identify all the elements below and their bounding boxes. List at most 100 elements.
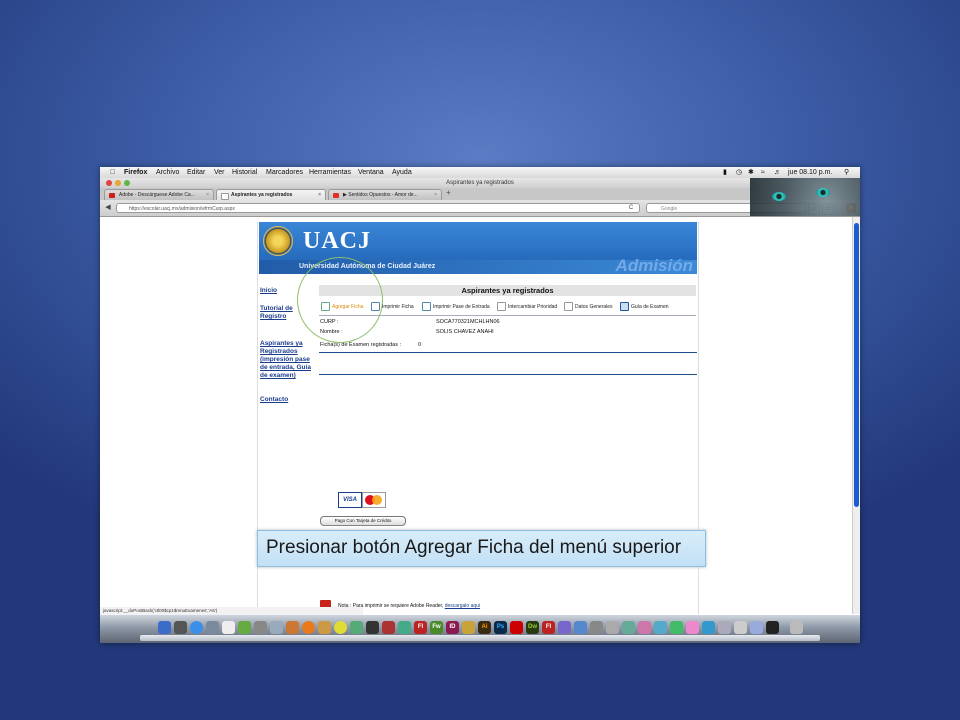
dreamweaver-icon[interactable]: Dw [526, 621, 539, 634]
app-icon-13[interactable] [606, 621, 619, 634]
sidebar-link-contacto[interactable]: Contacto [260, 396, 316, 404]
close-window-icon[interactable] [106, 180, 112, 186]
menu-ayuda[interactable]: Ayuda [392, 167, 412, 178]
app-icon-21[interactable] [734, 621, 747, 634]
datos-generales-label: Datos Generales [575, 304, 613, 310]
menu-clock[interactable]: jue 08.10 p.m. [788, 167, 832, 178]
flash-icon[interactable]: Fl [414, 621, 427, 634]
app-icon-7[interactable] [382, 621, 395, 634]
menu-archivo[interactable]: Archivo [156, 167, 179, 178]
pay-with-card-button[interactable]: Pago Con Tarjeta de Crédito [320, 516, 406, 526]
indesign-icon[interactable]: ID [446, 621, 459, 634]
acrobat-icon[interactable] [510, 621, 523, 634]
app-icon-22[interactable] [750, 621, 763, 634]
app-icon-12[interactable] [590, 621, 603, 634]
app-icon-11[interactable] [574, 621, 587, 634]
app-icon[interactable] [254, 621, 267, 634]
minimize-window-icon[interactable] [115, 180, 121, 186]
app-icon-20[interactable] [718, 621, 731, 634]
back-button[interactable]: ◀ [103, 203, 113, 213]
instruction-callout: Presionar botón Agregar Ficha del menú s… [257, 530, 706, 567]
app-icon-9[interactable] [462, 621, 475, 634]
sidebar-link-tutorial[interactable]: Tutorial de Registro [260, 305, 300, 321]
safari-icon[interactable] [190, 621, 203, 634]
menu-editar[interactable]: Editar [187, 167, 205, 178]
menu-app[interactable]: Firefox [124, 167, 147, 178]
cat-eye-right [816, 188, 830, 197]
menu-herramientas[interactable]: Herramientas [309, 167, 351, 178]
firefox-icon[interactable] [302, 621, 315, 634]
tab-close-icon[interactable]: × [206, 190, 209, 200]
tab-close-icon[interactable]: × [318, 190, 321, 200]
imprimir-ficha-label: Imprimir Ficha [382, 304, 414, 310]
guia-examen-button[interactable]: Guía de Examen [620, 301, 669, 313]
menu-ver[interactable]: Ver [214, 167, 225, 178]
app-icon-23[interactable] [766, 621, 779, 634]
app-icon-5[interactable] [350, 621, 363, 634]
scrollbar-thumb[interactable] [854, 223, 859, 507]
mastercard-yellow [372, 495, 382, 505]
sidebar-link-aspirantes[interactable]: Aspirantes ya Registrados (impresión pas… [260, 340, 312, 380]
tab-label: Adobe - Descárguese Adobe Ca... [119, 192, 195, 198]
battery-icon[interactable]: ▮ [723, 167, 727, 178]
window-title: Aspirantes ya registrados [446, 180, 514, 186]
apple-menu-icon[interactable]:  [110, 167, 115, 178]
section-divider-bottom [319, 374, 697, 375]
tab-youtube[interactable]: ▶ Sentidos Opuestos - Amor de... × [328, 189, 442, 200]
mail-icon[interactable] [206, 621, 219, 634]
vertical-scrollbar[interactable] [852, 217, 860, 614]
url-bar[interactable]: https://escolar.uacj.mx/admision/wfrmCur… [116, 203, 640, 213]
chrome-icon[interactable] [334, 621, 347, 634]
intercambiar-prioridad-button[interactable]: Intercambiar Prioridad [497, 301, 557, 313]
tab-close-icon[interactable]: × [434, 190, 437, 200]
app-icon-4[interactable] [318, 621, 331, 634]
photos-icon[interactable] [238, 621, 251, 634]
app-icon-8[interactable] [398, 621, 411, 634]
new-tab-button[interactable]: + [446, 188, 451, 197]
time-machine-icon[interactable]: ◷ [736, 167, 742, 178]
app-icon-3[interactable] [286, 621, 299, 634]
app-icon-14[interactable] [622, 621, 635, 634]
swap-icon [497, 302, 506, 312]
app-icon-16[interactable] [654, 621, 667, 634]
photoshop-icon[interactable]: Ps [494, 621, 507, 634]
app-icon-17[interactable] [670, 621, 683, 634]
app-icon-15[interactable] [638, 621, 651, 634]
app-icon-6[interactable] [366, 621, 379, 634]
download-link[interactable]: descargalo aqui [445, 603, 480, 609]
spotlight-icon[interactable]: ⚲ [844, 167, 849, 178]
tab-label: ▶ Sentidos Opuestos - Amor de... [343, 192, 418, 198]
mastercard-logo [362, 492, 386, 508]
uacj-logo: UACJ [303, 228, 371, 254]
trash-icon[interactable] [790, 621, 803, 634]
zoom-window-icon[interactable] [124, 180, 130, 186]
menu-historial[interactable]: Historial [232, 167, 257, 178]
volume-icon[interactable]: ♬ [774, 167, 781, 178]
finder-icon[interactable] [158, 621, 171, 634]
wifi-icon[interactable]: ≈ [761, 167, 765, 178]
app-icon-19[interactable] [702, 621, 715, 634]
reload-button[interactable]: C [626, 203, 636, 213]
imprimir-pase-button[interactable]: Imprimir Pase de Entrada [422, 301, 490, 313]
app-icon-18[interactable] [686, 621, 699, 634]
calendar-icon[interactable] [222, 621, 235, 634]
guia-examen-label: Guía de Examen [631, 304, 669, 310]
bluetooth-icon[interactable]: ✱ [748, 167, 754, 178]
system-prefs-icon[interactable] [174, 621, 187, 634]
illustrator-icon[interactable]: Ai [478, 621, 491, 634]
search-placeholder: Google [661, 206, 678, 212]
fireworks-icon[interactable]: Fw [430, 621, 443, 634]
tab-label: Aspirantes ya registrados [231, 192, 293, 198]
print-pass-icon [422, 302, 431, 312]
menu-ventana[interactable]: Ventana [358, 167, 384, 178]
flash-icon-2[interactable]: Fl [542, 621, 555, 634]
status-bar: javascript:__doPostBack('ctl00$cp1$mnuEx… [100, 607, 363, 615]
menu-marcadores[interactable]: Marcadores [266, 167, 303, 178]
browser-screenshot:  Firefox Archivo Editar Ver Historial M… [100, 167, 860, 643]
app-icon-2[interactable] [270, 621, 283, 634]
tab-adobe[interactable]: Adobe - Descárguese Adobe Ca... × [104, 189, 214, 200]
datos-generales-button[interactable]: Datos Generales [564, 301, 613, 313]
nombre-value: SOLIS CHAVEZ ANAHI [436, 329, 494, 335]
tab-aspirantes[interactable]: Aspirantes ya registrados × [216, 189, 326, 200]
app-icon-10[interactable] [558, 621, 571, 634]
